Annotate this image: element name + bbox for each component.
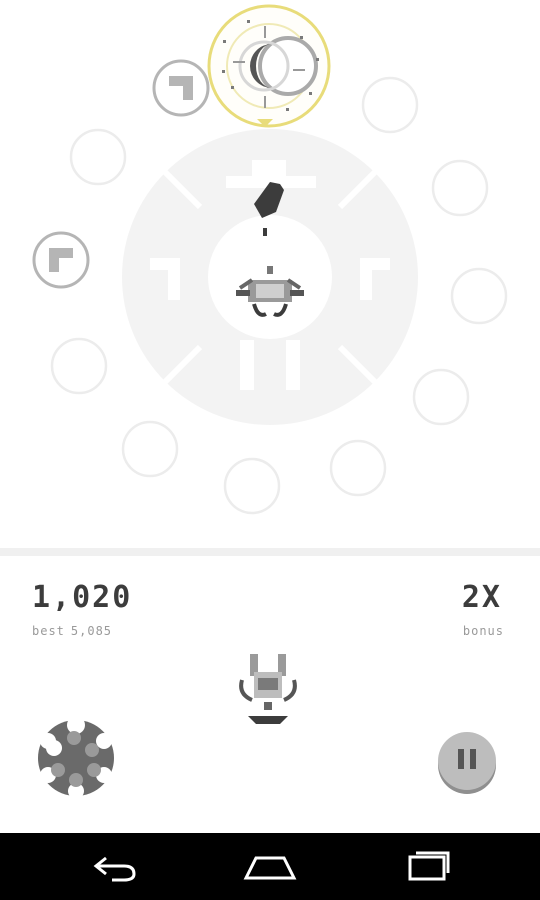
empty-chamber [67,731,81,745]
score-value: 1,020 [32,580,133,615]
empty-slot[interactable] [361,76,419,134]
recent-apps-icon [408,851,450,881]
corner-glyph-icon [49,248,73,272]
empty-slot[interactable] [121,420,179,478]
empty-slot[interactable] [223,457,281,515]
hud-panel: 1,020 best 5,085 2X bonus [0,556,540,833]
empty-slot[interactable] [69,128,127,186]
empty-slot[interactable] [50,337,108,395]
loaded-chamber [46,740,62,756]
back-icon [93,856,136,882]
best-value: 5,085 [70,624,113,638]
bonus-multiplier: 2X [461,580,502,615]
best-label: best [32,624,65,638]
home-icon [243,856,297,880]
empty-chamber [85,743,99,757]
game-board [32,4,508,515]
empty-chamber [69,773,83,787]
empty-slot[interactable] [412,368,470,426]
empty-slot[interactable] [450,267,508,325]
bonus-label: bonus [462,624,504,638]
game-area[interactable] [0,0,540,548]
home-button[interactable] [240,847,300,887]
empty-chamber [51,763,65,777]
target-slot[interactable] [207,4,331,128]
pause-icon [455,749,479,773]
best-score: best 5,085 [32,624,112,638]
pause-button[interactable] [438,732,496,790]
hud-divider [0,548,540,556]
recent-apps-button[interactable] [396,847,456,887]
empty-slot[interactable] [431,159,489,217]
empty-slot[interactable] [329,439,387,497]
occupied-slot[interactable] [32,231,90,289]
occupied-slot[interactable] [152,59,210,117]
android-nav-bar [0,833,540,900]
back-button[interactable] [84,847,144,887]
arena-core [208,215,332,339]
revolver-cylinder-icon[interactable] [34,716,118,800]
player-ship[interactable] [232,650,304,734]
corner-glyph-icon [169,76,193,100]
empty-chamber [87,763,101,777]
